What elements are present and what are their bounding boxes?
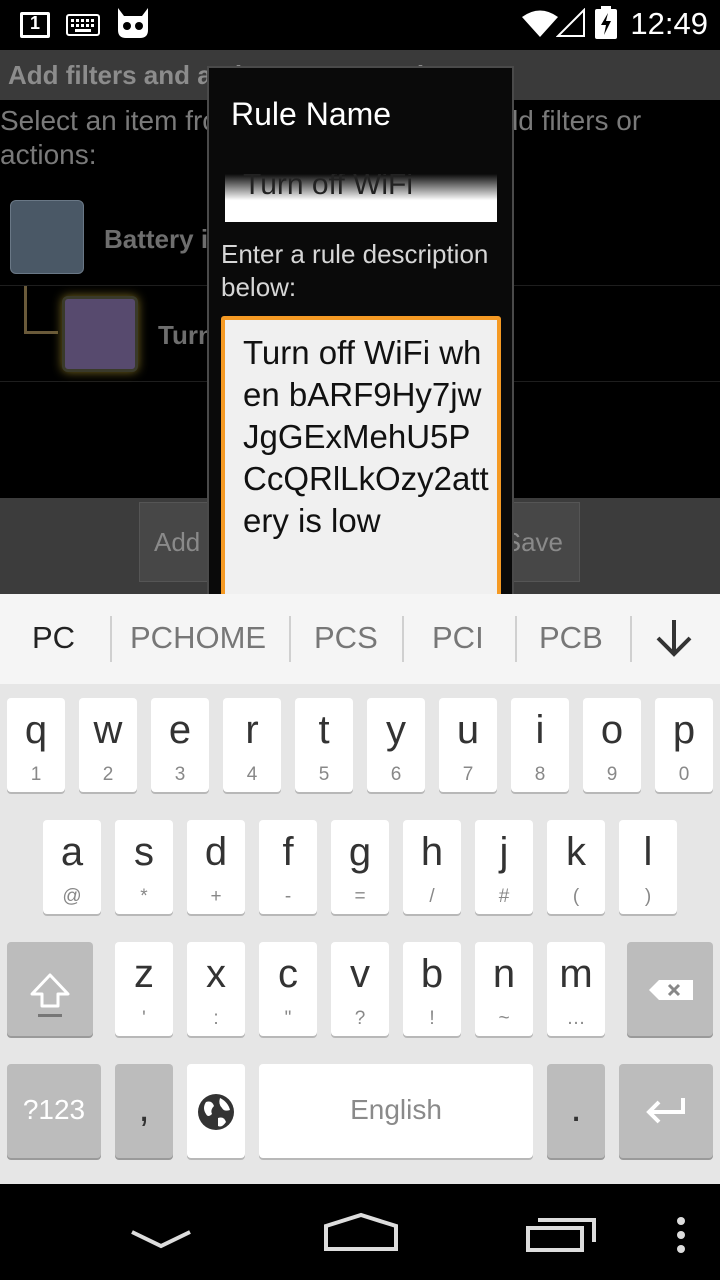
wifi-icon (522, 10, 558, 37)
rule-name-dialog: Rule Name Turn off WiFi Enter a rule des… (207, 66, 514, 596)
backspace-icon (649, 980, 693, 1000)
globe-icon (198, 1094, 234, 1130)
key-m[interactable]: m… (547, 942, 605, 1036)
screen: 1 12:49 Add filters and actions to your … (0, 0, 720, 1280)
suggestion-divider (630, 616, 632, 662)
keyboard-icon (66, 14, 100, 36)
key-v[interactable]: v? (331, 942, 389, 1036)
suggestion-divider (289, 616, 291, 662)
filter-icon (10, 200, 84, 274)
battery-charging-icon (595, 6, 617, 39)
suggestion-divider (515, 616, 517, 662)
collapse-suggestions-icon[interactable] (652, 616, 696, 660)
key-g[interactable]: g = (331, 820, 389, 914)
key-h[interactable]: h / (403, 820, 461, 914)
key-c[interactable]: c " (259, 942, 317, 1036)
key-e[interactable]: e3 (151, 698, 209, 792)
suggestion-divider (402, 616, 404, 662)
key-k[interactable]: k( (547, 820, 605, 914)
back-icon[interactable] (130, 1228, 192, 1250)
description-label: Enter a rule description below: (221, 239, 489, 302)
comma-key[interactable]: , (115, 1064, 173, 1158)
key-r[interactable]: r4 (223, 698, 281, 792)
key-n[interactable]: n ~ (475, 942, 533, 1036)
rule-name-input[interactable]: Turn off WiFi (225, 174, 497, 222)
enter-icon (646, 1098, 685, 1124)
key-f[interactable]: f- (259, 820, 317, 914)
menu-icon[interactable] (674, 1216, 688, 1254)
suggestion-item[interactable]: PCI (432, 620, 484, 656)
suggestion-item[interactable]: PCHOME (130, 620, 266, 656)
key-u[interactable]: u7 (439, 698, 497, 792)
key-s[interactable]: s * (115, 820, 173, 914)
key-q[interactable]: q1 (7, 698, 65, 792)
action-icon (62, 296, 138, 372)
key-d[interactable]: d + (187, 820, 245, 914)
enter-key[interactable] (619, 1064, 713, 1158)
key-i[interactable]: i8 (511, 698, 569, 792)
key-b[interactable]: b! (403, 942, 461, 1036)
period-key[interactable]: . (547, 1064, 605, 1158)
suggestion-item[interactable]: PCB (539, 620, 603, 656)
key-o[interactable]: o9 (583, 698, 641, 792)
key-p[interactable]: p0 (655, 698, 713, 792)
key-y[interactable]: y6 (367, 698, 425, 792)
dialog-title: Rule Name (231, 96, 392, 132)
suggestion-item[interactable]: PC (32, 620, 75, 656)
key-a[interactable]: a @ (43, 820, 101, 914)
navigation-bar (0, 1184, 720, 1280)
key-x[interactable]: x: (187, 942, 245, 1036)
rule-description-input[interactable]: Turn off WiFi when bARF9Hy7jwJgGExMehU5P… (221, 316, 501, 594)
soft-keyboard: PC PCHOME PCS PCI PCB q1 w2 e3 r4 t5 y6 … (0, 594, 720, 1184)
language-key[interactable] (187, 1064, 245, 1158)
key-t[interactable]: t5 (295, 698, 353, 792)
space-bar[interactable]: English (259, 1064, 533, 1158)
status-bar: 1 12:49 (0, 0, 720, 50)
symbols-key[interactable]: ?123 (7, 1064, 101, 1158)
notification-count-icon: 1 (20, 12, 50, 38)
backspace-key[interactable] (627, 942, 713, 1036)
signal-icon (556, 8, 585, 37)
cyanogen-mascot-icon (118, 8, 148, 38)
home-icon[interactable] (322, 1212, 400, 1252)
clock: 12:49 (630, 6, 708, 41)
recent-apps-icon[interactable] (526, 1216, 596, 1252)
suggestion-divider (110, 616, 112, 662)
suggestion-strip: PC PCHOME PCS PCI PCB (0, 594, 720, 684)
shift-key[interactable] (7, 942, 93, 1036)
key-j[interactable]: j # (475, 820, 533, 914)
key-z[interactable]: z ' (115, 942, 173, 1036)
key-l[interactable]: l) (619, 820, 677, 914)
suggestion-item[interactable]: PCS (314, 620, 378, 656)
shift-icon (30, 973, 70, 1017)
key-w[interactable]: w2 (79, 698, 137, 792)
